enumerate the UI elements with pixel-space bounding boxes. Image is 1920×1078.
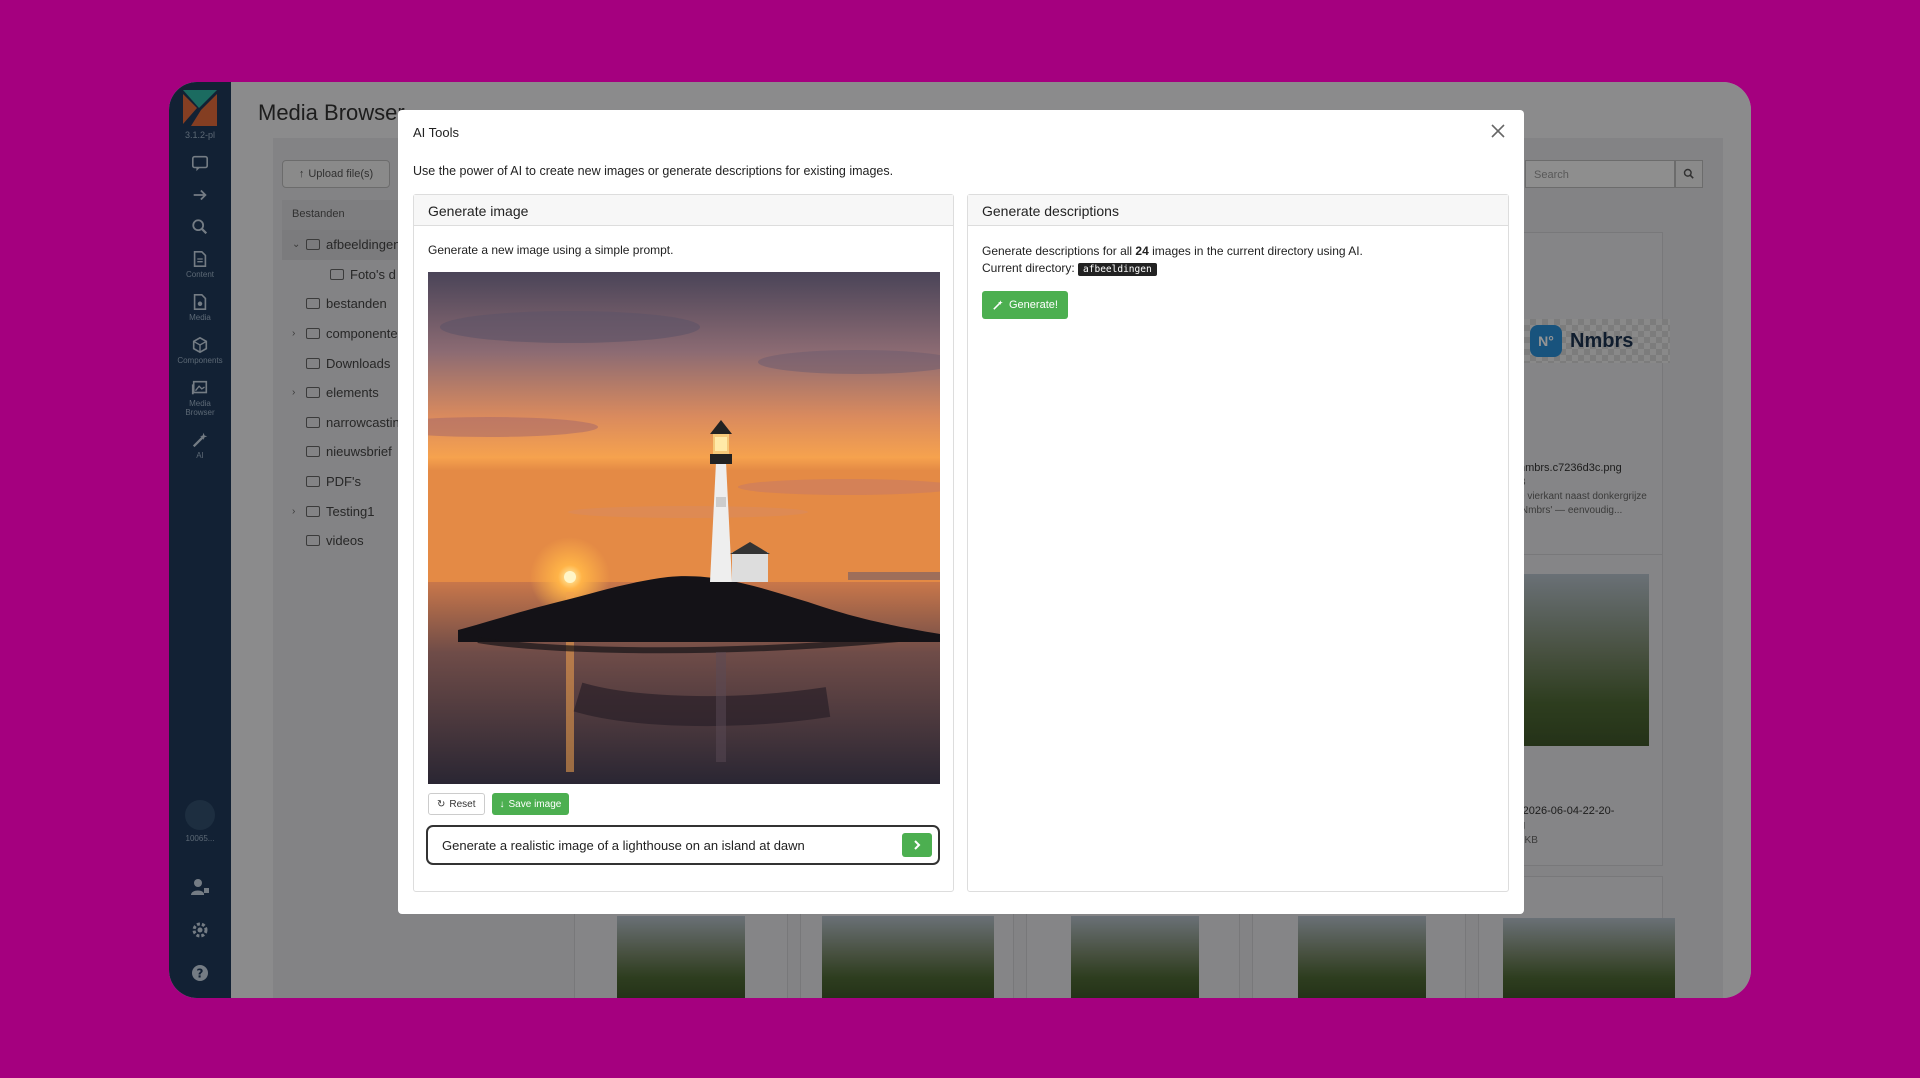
generate-descriptions-button[interactable]: Generate! bbox=[982, 291, 1068, 319]
prompt-input[interactable] bbox=[442, 837, 892, 853]
generated-image bbox=[428, 272, 940, 784]
save-image-label: Save image bbox=[508, 798, 562, 810]
download-icon: ↓ bbox=[499, 798, 505, 810]
modal-title: AI Tools bbox=[413, 125, 460, 140]
generate-image-panel: Generate image Generate a new image usin… bbox=[413, 194, 954, 892]
generate-image-heading: Generate image bbox=[414, 195, 953, 226]
current-directory-value: afbeeldingen bbox=[1078, 263, 1157, 276]
desc-suffix: images in the current directory using AI… bbox=[1152, 244, 1363, 258]
refresh-icon: ↻ bbox=[437, 798, 446, 810]
magic-wand-icon bbox=[993, 300, 1003, 310]
submit-prompt-button[interactable] bbox=[902, 833, 932, 857]
chevron-right-icon bbox=[914, 840, 921, 850]
ai-tools-modal: AI Tools Use the power of AI to create n… bbox=[398, 110, 1524, 914]
modal-subtitle: Use the power of AI to create new images… bbox=[413, 164, 894, 178]
reset-button[interactable]: ↻ Reset bbox=[428, 793, 485, 815]
generate-descriptions-panel: Generate descriptions Generate descripti… bbox=[967, 194, 1509, 892]
image-count: 24 bbox=[1135, 244, 1149, 258]
prompt-field bbox=[426, 825, 940, 865]
reset-label: Reset bbox=[449, 798, 476, 810]
generate-image-actions: ↻ Reset ↓ Save image bbox=[428, 793, 570, 815]
save-image-button[interactable]: ↓ Save image bbox=[491, 793, 570, 815]
close-button[interactable] bbox=[1490, 122, 1506, 138]
generate-label: Generate! bbox=[1009, 299, 1058, 311]
current-directory-label: Current directory: bbox=[982, 261, 1075, 275]
desc-prefix: Generate descriptions for all bbox=[982, 244, 1133, 258]
generate-image-description: Generate a new image using a simple prom… bbox=[428, 243, 674, 257]
close-icon bbox=[1491, 124, 1505, 138]
generate-descriptions-text: Generate descriptions for all 24 images … bbox=[982, 243, 1363, 278]
generate-descriptions-heading: Generate descriptions bbox=[968, 195, 1508, 226]
